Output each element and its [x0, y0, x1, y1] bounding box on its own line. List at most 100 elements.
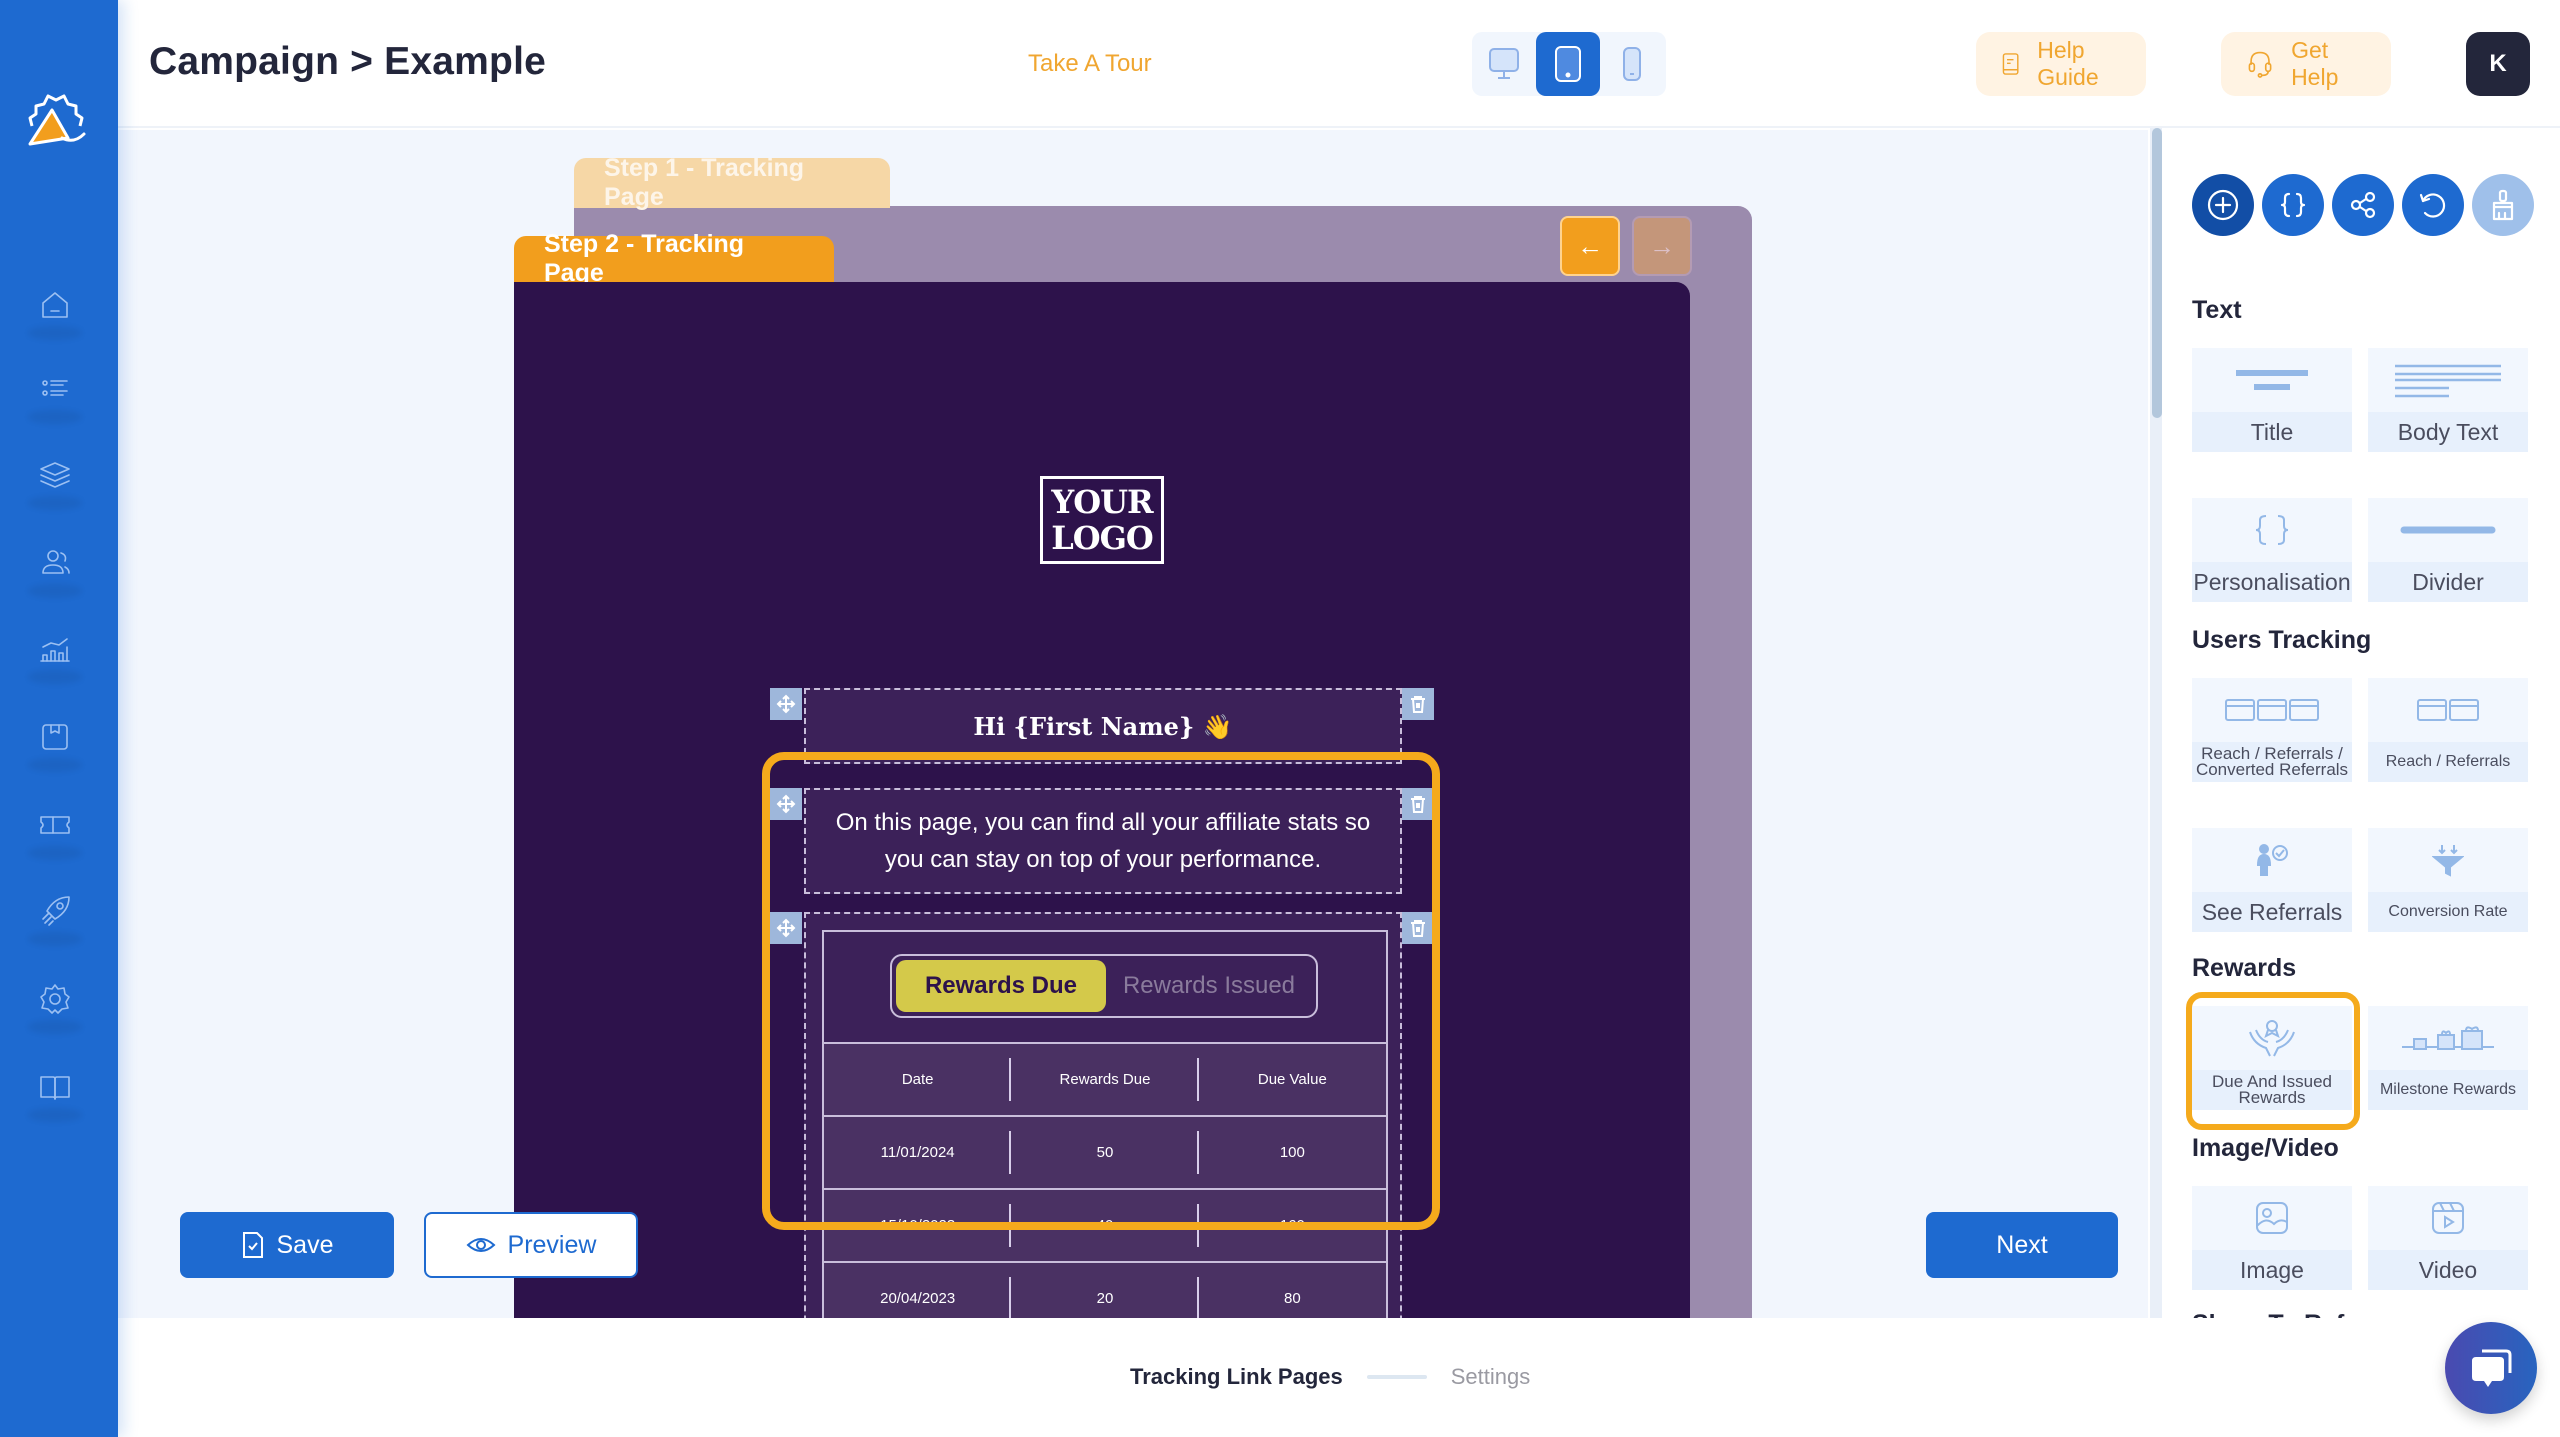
settings-icon [40, 984, 70, 1014]
body-text-icon [2395, 364, 2501, 398]
logo-placeholder[interactable]: YOUR LOGO [1040, 476, 1164, 564]
eye-icon [466, 1238, 496, 1252]
body-icon-wrap [2368, 348, 2528, 412]
element-due-and-issued-rewards[interactable]: Due And Issued Rewards [2192, 1006, 2352, 1110]
live-chat-button[interactable] [2445, 1322, 2537, 1414]
element-conversion-rate[interactable]: Conversion Rate [2368, 828, 2528, 932]
three-cards-icon [2225, 699, 2319, 721]
step-settings[interactable]: Settings [1451, 1364, 1531, 1390]
move-icon [776, 694, 796, 714]
trash-icon [1411, 920, 1425, 937]
element-label: Milestone Rewards [2368, 1070, 2528, 1110]
step2-page-preview: YOUR LOGO Hi {First Name} 👋 On this page… [514, 282, 1690, 1318]
headset-icon [2248, 51, 2272, 78]
list-icon [42, 380, 68, 396]
intro-text-block[interactable]: On this page, you can find all your affi… [804, 788, 1402, 894]
chat-icon [2472, 1349, 2512, 1387]
brand-logo-icon[interactable] [22, 86, 92, 156]
get-help-button[interactable]: Get Help [2221, 32, 2391, 96]
move-icon [776, 794, 796, 814]
preview-button[interactable]: Preview [424, 1212, 638, 1278]
add-element-button[interactable] [2192, 174, 2254, 236]
tablet-view-button[interactable] [1536, 32, 1600, 96]
logo-line1: YOUR [1051, 483, 1153, 521]
take-a-tour-link[interactable]: Take A Tour [1028, 50, 1152, 78]
preview-label: Preview [507, 1230, 597, 1259]
section-heading-share: Share To Refer [2192, 1310, 2368, 1318]
element-reach-referrals[interactable]: Reach / Referrals [2368, 678, 2528, 782]
rewards-table: Date Rewards Due Due Value 11/01/2024 50… [824, 1042, 1386, 1318]
element-reach-referrals-converted[interactable]: Reach / Referrals / Converted Referrals [2192, 678, 2352, 782]
undo-button[interactable] [2402, 174, 2464, 236]
element-label: Personalisation [2192, 562, 2352, 602]
two-cards-icon [2417, 699, 2479, 721]
rewards-due-tab[interactable]: Rewards Due [896, 960, 1106, 1012]
cell-rewards-due: 50 [1011, 1116, 1199, 1189]
cell-due-value: 100 [1279, 1144, 1305, 1161]
rewards-delete-button[interactable] [1402, 912, 1434, 944]
rocket-icon [42, 896, 70, 926]
due-issued-icon-wrap [2192, 1006, 2352, 1070]
sidebar-item-home[interactable] [24, 274, 86, 336]
sidebar-item-products[interactable] [24, 706, 86, 768]
section-heading-text: Text [2192, 296, 2242, 324]
sidebar-item-docs[interactable] [24, 1056, 86, 1118]
element-label: Title [2192, 412, 2352, 452]
desktop-view-button[interactable] [1472, 32, 1536, 96]
wizard-stepper: Tracking Link Pages Settings [1130, 1364, 1530, 1390]
greeting-delete-button[interactable] [1402, 688, 1434, 720]
tab-step1-tracking-page[interactable]: Step 1 - Tracking Page [574, 154, 890, 211]
share-button[interactable] [2332, 174, 2394, 236]
rewards-block[interactable]: Rewards Due Rewards Issued Date Rewards … [804, 912, 1402, 1318]
tab-step2-tracking-page[interactable]: Step 2 - Tracking Page [514, 230, 834, 287]
greeting-block[interactable]: Hi {First Name} 👋 [804, 688, 1402, 764]
element-milestone-rewards[interactable]: Milestone Rewards [2368, 1006, 2528, 1110]
layers-icon [40, 462, 70, 488]
element-personalisation[interactable]: Personalisation [2192, 498, 2352, 602]
canvas-scrollbar-thumb[interactable] [2152, 128, 2162, 418]
element-see-referrals[interactable]: See Referrals [2192, 828, 2352, 932]
save-button[interactable]: Save [180, 1212, 394, 1278]
page-title: Campaign > Example [149, 40, 546, 83]
intro-delete-button[interactable] [1402, 788, 1434, 820]
intro-move-handle[interactable] [770, 788, 802, 820]
element-label: Due And Issued Rewards [2192, 1070, 2352, 1110]
rewards-move-handle[interactable] [770, 912, 802, 944]
element-video[interactable]: Video [2368, 1186, 2528, 1290]
next-button[interactable]: Next [1926, 1212, 2118, 1278]
sidebar-item-launch[interactable] [24, 880, 86, 942]
trash-icon [1411, 696, 1425, 713]
clear-format-button[interactable] [2472, 174, 2534, 236]
sidebar-item-settings[interactable] [24, 968, 86, 1030]
sidebar-item-rewards[interactable] [24, 794, 86, 856]
next-page-button[interactable]: → [1632, 216, 1692, 276]
analytics-icon [40, 638, 70, 662]
top-header: Campaign > Example Take A Tour Help Guid… [118, 0, 2560, 128]
variables-button[interactable] [2262, 174, 2324, 236]
element-title[interactable]: Title [2192, 348, 2352, 452]
element-image[interactable]: Image [2192, 1186, 2352, 1290]
gifts-milestone-icon [2402, 1026, 2494, 1050]
mobile-view-button[interactable] [1600, 32, 1664, 96]
greeting-move-handle[interactable] [770, 688, 802, 720]
table-row: 15/10/2023 40 160 [824, 1189, 1386, 1262]
share-icon [2350, 191, 2376, 219]
help-guide-button[interactable]: Help Guide [1976, 32, 2146, 96]
previous-page-button[interactable]: ← [1560, 216, 1620, 276]
sidebar-item-layers[interactable] [24, 444, 86, 506]
section-heading-users-tracking: Users Tracking [2192, 626, 2372, 654]
hands-award-icon [2249, 1020, 2295, 1057]
sidebar-item-list[interactable] [24, 358, 86, 420]
sidebar-item-analytics[interactable] [24, 618, 86, 680]
user-avatar[interactable]: K [2466, 32, 2530, 96]
rewards-issued-tab[interactable]: Rewards Issued [1106, 960, 1312, 1012]
step-tracking-link-pages[interactable]: Tracking Link Pages [1130, 1364, 1343, 1390]
element-divider[interactable]: Divider [2368, 498, 2528, 602]
add-icon [2207, 189, 2239, 221]
sidebar-item-users[interactable] [24, 532, 86, 594]
element-body-text[interactable]: Body Text [2368, 348, 2528, 452]
funnel-icon [2432, 845, 2464, 877]
element-label: Reach / Referrals [2368, 742, 2528, 782]
app-root: Campaign > Example Take A Tour Help Guid… [0, 0, 2560, 1437]
move-icon [776, 918, 796, 938]
